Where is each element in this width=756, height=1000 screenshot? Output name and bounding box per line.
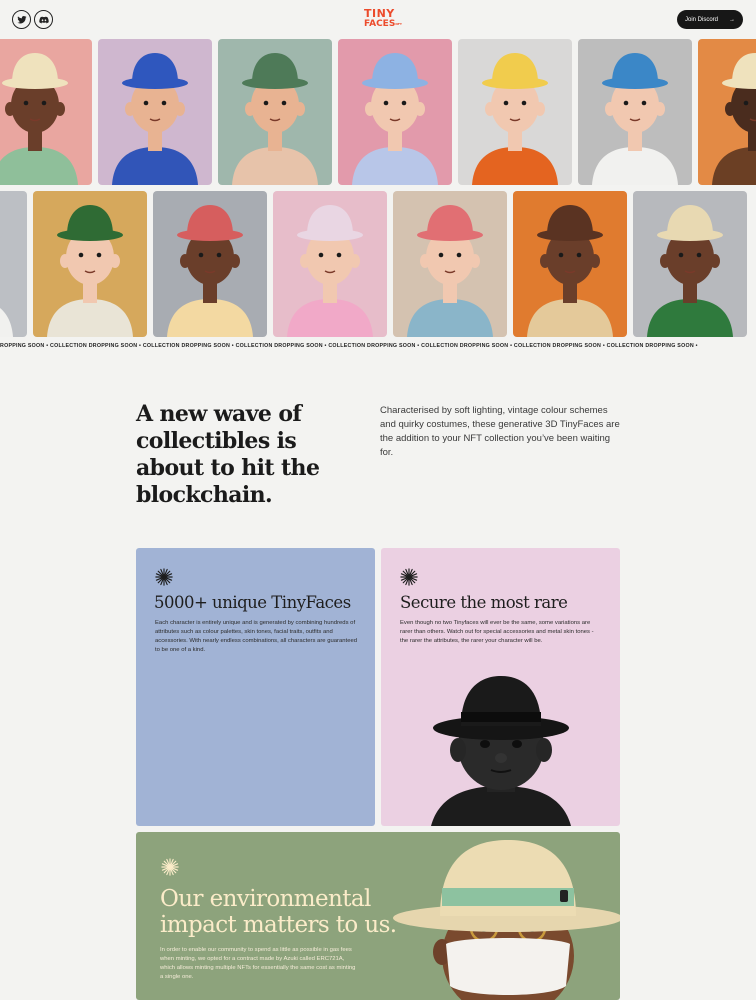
intro-heading: A new wave of collectibles is about to h… (136, 401, 320, 508)
character-card-pink-hat (153, 191, 267, 337)
burst-icon (161, 858, 179, 876)
arrow-right-icon: → (729, 16, 735, 23)
straw-hat-character-illustration (393, 840, 620, 1000)
black-character-illustration (431, 676, 571, 826)
twitter-icon (16, 15, 27, 23)
logo-line-1: TINY (364, 7, 395, 20)
logo-tm: NFT (395, 22, 402, 26)
character-card-blue-hat-mask (98, 39, 212, 185)
feature-card-environment: Our environmental impact matters to us. … (136, 832, 620, 1000)
join-discord-button[interactable]: Join Discord → (677, 10, 743, 29)
feature-title-environment: Our environmental impact matters to us. (160, 886, 397, 938)
feature-body-unique: Each character is entirely unique and is… (155, 620, 358, 653)
character-card-beanie (393, 191, 507, 337)
intro-description: Characterised by soft lighting, vintage … (380, 405, 620, 458)
site-header: TINY FACESNFT Join Discord → (0, 0, 756, 38)
character-card-straw-hat (633, 191, 747, 337)
character-card-sailor (273, 191, 387, 337)
character-card-cowboy (698, 39, 756, 185)
discord-icon (38, 16, 49, 23)
character-strip-top (0, 39, 756, 185)
feature-body-rare: Even though no two Tinyfaces will ever b… (400, 620, 594, 644)
character-card-apron (513, 191, 627, 337)
character-card-beret (33, 191, 147, 337)
character-card-green-hat (218, 39, 332, 185)
site-logo[interactable]: TINY FACESNFT (364, 7, 402, 30)
feature-title-rare: Secure the most rare (400, 593, 568, 612)
join-discord-label: Join Discord (685, 16, 719, 23)
burst-icon (155, 568, 173, 586)
discord-link[interactable] (34, 10, 53, 29)
character-card-chef (0, 39, 92, 185)
burst-icon (400, 568, 418, 586)
feature-card-unique: 5000+ unique TinyFaces Each character is… (136, 548, 375, 826)
character-card-cap (578, 39, 692, 185)
character-card-clown (338, 39, 452, 185)
feature-card-rare: Secure the most rare Even though no two … (381, 548, 620, 826)
character-card-bear-hat (458, 39, 572, 185)
character-card-partial (0, 191, 27, 337)
feature-title-unique: 5000+ unique TinyFaces (154, 593, 351, 612)
collection-ticker: ROPPING SOON • COLLECTION DROPPING SOON … (0, 343, 698, 349)
twitter-link[interactable] (12, 10, 31, 29)
character-strip-bottom (0, 191, 756, 337)
feature-body-environment: In order to enable our community to spen… (160, 947, 356, 980)
logo-line-2: FACESNFT (364, 19, 402, 29)
